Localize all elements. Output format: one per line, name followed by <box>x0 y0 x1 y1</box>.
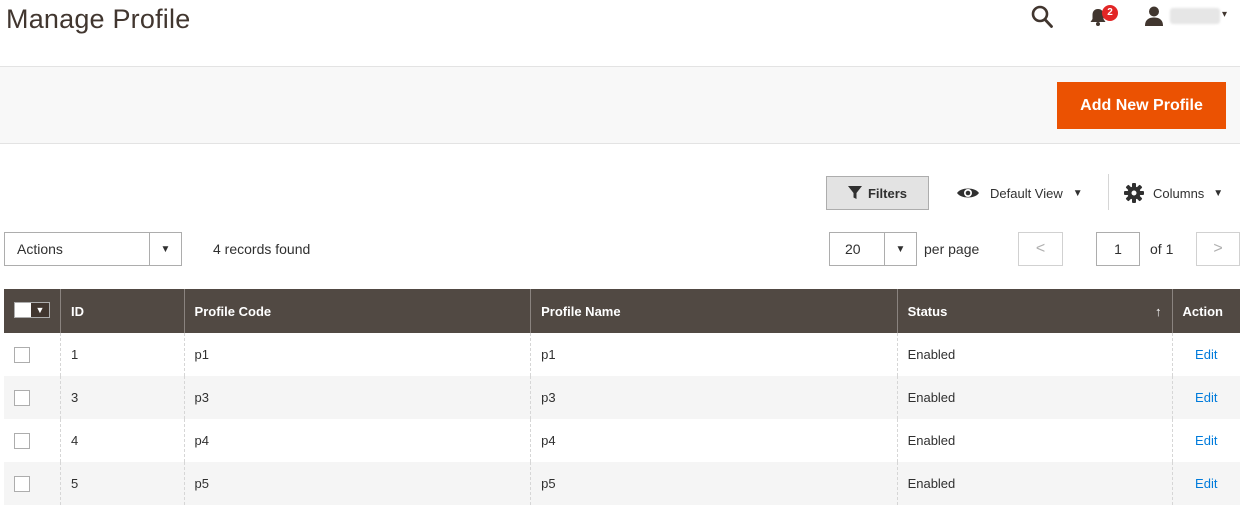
cell-id: 1 <box>60 333 185 376</box>
table-row: 4 p4 p4 Enabled Edit <box>4 419 1240 462</box>
cell-id: 3 <box>60 376 185 419</box>
cell-profile-code: p1 <box>183 333 531 376</box>
cell-status: Enabled <box>896 333 1173 376</box>
mass-select-header[interactable]: ▼ <box>4 289 61 333</box>
column-header-profile-name[interactable]: Profile Name <box>530 289 898 333</box>
edit-link[interactable]: Edit <box>1195 476 1217 491</box>
checkbox-box <box>15 303 31 317</box>
default-view-dropdown[interactable]: Default View ▼ <box>956 181 1083 205</box>
columns-dropdown[interactable]: Columns ▼ <box>1124 181 1223 205</box>
profiles-table: ▼ ID Profile Code Profile Name Status ↑ … <box>4 289 1240 505</box>
column-header-profile-code[interactable]: Profile Code <box>183 289 531 333</box>
page-title: Manage Profile <box>6 4 191 34</box>
chevron-down-icon: ▼ <box>884 233 916 265</box>
divider <box>1108 174 1109 210</box>
edit-link[interactable]: Edit <box>1195 347 1217 362</box>
chevron-down-icon: ▼ <box>149 233 181 265</box>
previous-page-button[interactable]: < <box>1018 232 1063 266</box>
cell-profile-code: p3 <box>183 376 531 419</box>
notification-badge: 2 <box>1102 5 1118 21</box>
column-header-action: Action <box>1171 289 1240 333</box>
cell-status: Enabled <box>896 462 1173 505</box>
per-page-select[interactable]: 20 ▼ <box>829 232 917 266</box>
edit-link[interactable]: Edit <box>1195 433 1217 448</box>
cell-profile-code: p4 <box>183 419 531 462</box>
cell-profile-name: p5 <box>530 462 898 505</box>
user-name[interactable] <box>1170 8 1220 24</box>
chevron-down-icon: ▼ <box>1072 187 1083 199</box>
mass-actions-select[interactable]: Actions ▼ <box>4 232 182 266</box>
chevron-down-icon: ▼ <box>1213 187 1224 199</box>
table-header-row: ▼ ID Profile Code Profile Name Status ↑ … <box>4 289 1240 333</box>
cell-profile-name: p1 <box>530 333 898 376</box>
cell-id: 5 <box>60 462 185 505</box>
row-checkbox[interactable] <box>14 475 30 492</box>
edit-link[interactable]: Edit <box>1195 390 1217 405</box>
table-row: 3 p3 p3 Enabled Edit <box>4 376 1240 419</box>
page-total: of 1 <box>1150 241 1174 257</box>
row-checkbox[interactable] <box>14 432 30 449</box>
row-checkbox-cell <box>4 376 61 419</box>
row-checkbox-cell <box>4 462 61 505</box>
next-page-button[interactable]: > <box>1196 232 1240 266</box>
row-checkbox[interactable] <box>14 389 30 406</box>
chevron-down-icon: ▼ <box>31 303 49 317</box>
sort-arrow-icon: ↑ <box>1155 303 1162 319</box>
column-header-id[interactable]: ID <box>60 289 185 333</box>
cell-action: Edit <box>1171 333 1240 376</box>
per-page-label: per page <box>924 241 980 257</box>
table-row: 1 p1 p1 Enabled Edit <box>4 333 1240 376</box>
column-header-status-label: Status <box>907 303 948 319</box>
eye-icon <box>957 188 979 198</box>
notifications-button[interactable]: 2 <box>1088 5 1124 28</box>
row-checkbox-cell <box>4 333 61 376</box>
filters-button[interactable]: Filters <box>826 176 929 210</box>
mass-select-checkbox[interactable]: ▼ <box>14 302 50 318</box>
cell-action: Edit <box>1171 419 1240 462</box>
cell-profile-name: p3 <box>530 376 898 419</box>
user-icon[interactable] <box>1143 5 1165 27</box>
default-view-label: Default View <box>990 185 1063 201</box>
gear-icon <box>1124 183 1144 203</box>
cell-action: Edit <box>1171 376 1240 419</box>
chevron-left-icon: < <box>1035 240 1046 257</box>
page-number-input[interactable] <box>1096 232 1140 266</box>
columns-label: Columns <box>1153 185 1205 201</box>
cell-profile-code: p5 <box>183 462 531 505</box>
cell-id: 4 <box>60 419 185 462</box>
cell-action: Edit <box>1171 462 1240 505</box>
cell-profile-name: p4 <box>530 419 898 462</box>
cell-status: Enabled <box>896 376 1173 419</box>
filter-icon <box>847 186 862 199</box>
records-found: 4 records found <box>213 241 311 257</box>
user-menu-caret[interactable]: ▾ <box>1222 9 1227 20</box>
add-new-profile-button[interactable]: Add New Profile <box>1057 82 1226 129</box>
filters-label: Filters <box>867 185 907 201</box>
row-checkbox-cell <box>4 419 61 462</box>
chevron-right-icon: > <box>1213 240 1223 257</box>
per-page-value: 20 <box>845 241 861 257</box>
row-checkbox[interactable] <box>14 346 30 363</box>
cell-status: Enabled <box>896 419 1173 462</box>
table-row: 5 p5 p5 Enabled Edit <box>4 462 1240 505</box>
search-icon[interactable] <box>1031 5 1053 29</box>
column-header-status[interactable]: Status ↑ <box>896 289 1173 333</box>
actions-label: Actions <box>17 241 63 257</box>
page-actions-bar: Add New Profile <box>0 66 1240 144</box>
